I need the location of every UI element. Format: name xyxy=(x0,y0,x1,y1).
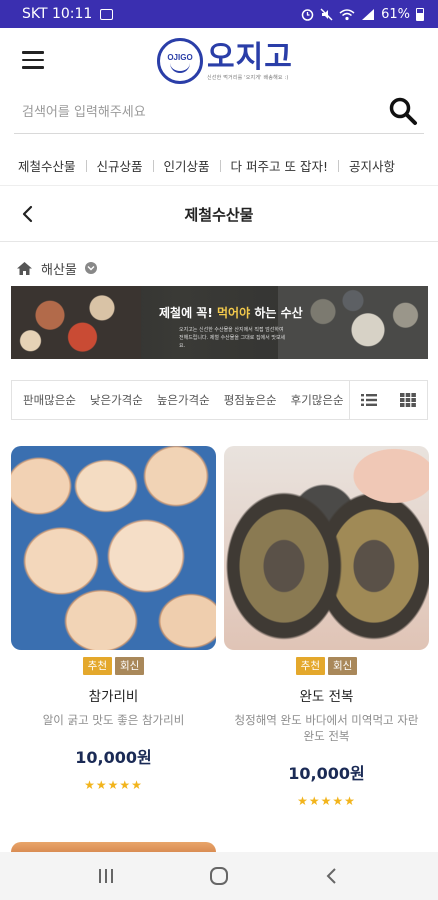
banner-title: 제철에 꼭! 먹어야 하는 수산 xyxy=(159,304,303,321)
mute-icon xyxy=(320,8,333,20)
breadcrumb-category[interactable]: 해산물 xyxy=(41,259,77,278)
product-description: 청정해역 완도 바다에서 미역먹고 자란 완도 전복 xyxy=(234,713,419,743)
grid-view-icon[interactable] xyxy=(399,393,416,407)
product-description: 알이 굵고 맛도 좋은 참가리비 xyxy=(42,713,185,727)
sort-most-reviews[interactable]: 후기많은순 xyxy=(284,392,351,408)
recent-apps-button[interactable] xyxy=(94,864,118,888)
badge-recommend: 추천 xyxy=(295,657,325,675)
status-bar: SKT 10:11 61% xyxy=(0,0,438,28)
breadcrumb: 해산물 xyxy=(16,256,97,280)
view-toggle xyxy=(349,381,427,419)
signal-icon xyxy=(362,8,375,20)
home-button[interactable] xyxy=(207,864,231,888)
badge-fresh: 회신 xyxy=(328,657,358,675)
recent-apps-icon xyxy=(99,869,114,883)
badge-fresh: 회신 xyxy=(115,657,145,675)
logo-text: 오지고 xyxy=(207,39,293,75)
logo-badge-text: OJIGO xyxy=(167,52,193,62)
search-bar xyxy=(14,92,424,134)
badge-recommend: 추천 xyxy=(82,657,112,675)
nav-item-notice[interactable]: 공지사항 xyxy=(339,156,405,175)
nav-item-giveaway[interactable]: 다 퍼주고 또 잡자! xyxy=(221,156,338,175)
rating-stars: ★★★★★ xyxy=(297,794,356,808)
nav-item-new[interactable]: 신규상품 xyxy=(87,156,153,175)
page-title: 제철수산물 xyxy=(184,206,254,224)
home-circle-icon xyxy=(209,867,228,885)
category-nav: 제철수산물 신규상품 인기상품 다 퍼주고 또 잡자! 공지사항 xyxy=(0,146,438,186)
promo-banner[interactable]: 제철에 꼭! 먹어야 하는 수산 오지고는 신선한 수산물을 산지에서 직접 엄… xyxy=(11,286,428,359)
sort-top-rated[interactable]: 평점높은순 xyxy=(217,392,284,408)
product-badges: 추천 회신 xyxy=(11,657,216,675)
sort-bar: 판매많은순 낮은가격순 높은가격순 평점높은순 후기많은순 xyxy=(11,380,428,420)
sort-options: 판매많은순 낮은가격순 높은가격순 평점높은순 후기많은순 xyxy=(12,392,351,408)
sort-low-price[interactable]: 낮은가격순 xyxy=(83,392,150,408)
sort-best-selling[interactable]: 판매많은순 xyxy=(16,392,83,408)
gallery-notification-icon xyxy=(100,8,114,20)
alarm-icon xyxy=(301,8,314,21)
list-view-icon[interactable] xyxy=(361,393,378,407)
banner-seafood-image-left xyxy=(11,286,141,359)
search-icon[interactable] xyxy=(388,96,418,126)
product-card[interactable]: 추천 회신 참가리비 알이 굵고 맛도 좋은 참가리비 10,000원 ★★★★… xyxy=(11,446,216,792)
nav-item-popular[interactable]: 인기상품 xyxy=(154,156,220,175)
sort-high-price[interactable]: 높은가격순 xyxy=(150,392,217,408)
product-card[interactable]: 추천 회신 완도 전복 청정해역 완도 바다에서 미역먹고 자란 완도 전복 1… xyxy=(224,446,429,808)
status-left: SKT 10:11 xyxy=(22,6,114,22)
product-name[interactable]: 완도 전복 xyxy=(224,685,429,705)
product-image[interactable] xyxy=(224,446,429,650)
product-badges: 추천 회신 xyxy=(224,657,429,675)
system-nav-bar xyxy=(0,852,438,900)
logo-badge: OJIGO xyxy=(157,38,203,84)
nav-item-seasonal[interactable]: 제철수산물 xyxy=(8,156,86,175)
menu-icon[interactable] xyxy=(22,51,44,69)
banner-title-suffix: 하는 수산 xyxy=(254,306,303,320)
product-price: 10,000원 xyxy=(75,748,152,767)
banner-title-highlight: 먹어야 xyxy=(217,306,251,320)
app-header: OJIGO 오지고 신선한 먹거리를 '오지게' 배송해요 :) xyxy=(0,28,438,92)
banner-title-prefix: 제철에 꼭! xyxy=(159,306,213,320)
carrier-time: SKT 10:11 xyxy=(22,6,93,22)
logo-tagline: 신선한 먹거리를 '오지게' 배송해요 :) xyxy=(207,74,289,81)
product-name[interactable]: 참가리비 xyxy=(11,685,216,705)
wifi-icon xyxy=(339,8,355,20)
banner-subtext: 오지고는 신선한 수산물을 산지에서 직접 엄선하여 전해드립니다. 제철 수산… xyxy=(179,327,286,349)
product-image[interactable] xyxy=(11,446,216,650)
battery-percent: 61% xyxy=(381,6,410,22)
status-right: 61% xyxy=(301,7,424,22)
rating-stars: ★★★★★ xyxy=(84,778,143,792)
system-back-icon xyxy=(326,868,336,884)
page-subheader: 제철수산물 xyxy=(0,186,438,242)
chevron-down-icon[interactable] xyxy=(84,262,97,274)
banner-seafood-image-right xyxy=(278,286,428,359)
home-icon[interactable] xyxy=(16,261,33,276)
battery-icon xyxy=(416,7,424,21)
logo[interactable]: OJIGO 오지고 신선한 먹거리를 '오지게' 배송해요 :) xyxy=(157,38,293,84)
search-input[interactable] xyxy=(22,98,372,126)
product-price: 10,000원 xyxy=(288,764,365,783)
system-back-button[interactable] xyxy=(320,864,344,888)
